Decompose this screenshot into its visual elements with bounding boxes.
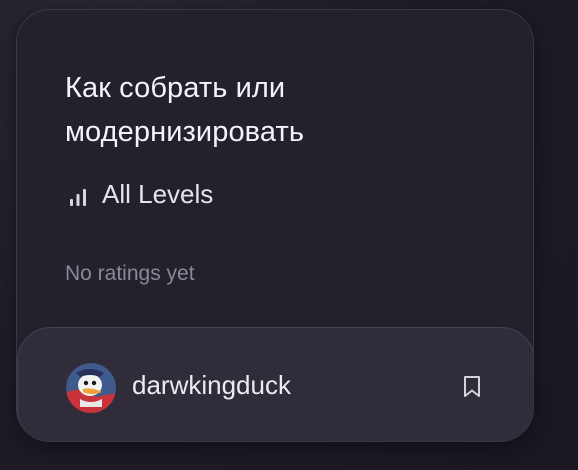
difficulty-level: All Levels	[68, 179, 213, 209]
ratings-text: No ratings yet	[65, 262, 195, 285]
bookmark-icon[interactable]	[458, 372, 486, 402]
signal-bars-icon	[68, 184, 88, 206]
course-card[interactable]: Как собрать или модернизировать All Leve…	[16, 9, 534, 442]
author-bar: darwkingduck	[17, 327, 533, 441]
course-title[interactable]: Как собрать или модернизировать	[65, 66, 485, 154]
author-username[interactable]: darwkingduck	[132, 370, 291, 401]
difficulty-level-label: All Levels	[102, 178, 214, 209]
author-avatar[interactable]	[66, 363, 116, 413]
